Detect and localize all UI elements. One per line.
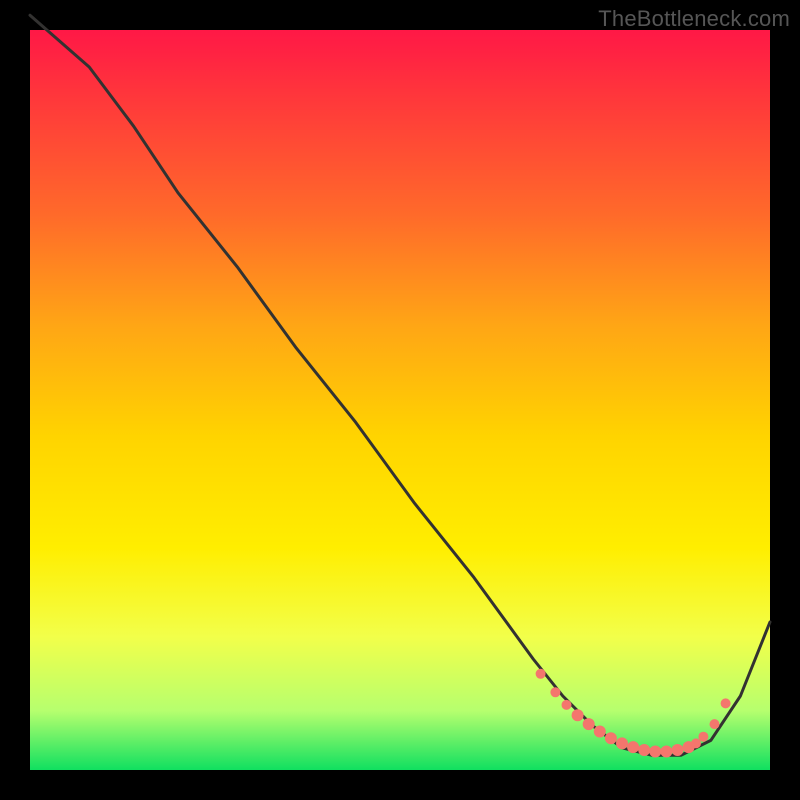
chart-marker	[594, 726, 606, 738]
chart-marker	[572, 709, 584, 721]
chart-marker	[721, 698, 731, 708]
chart-plot-area	[30, 30, 770, 770]
chart-marker	[672, 744, 684, 756]
chart-curve	[30, 15, 770, 755]
chart-svg	[30, 30, 770, 770]
chart-marker	[627, 741, 639, 753]
chart-marker	[536, 669, 546, 679]
chart-marker	[562, 700, 572, 710]
chart-marker	[698, 732, 708, 742]
chart-marker	[605, 732, 617, 744]
chart-marker	[583, 718, 595, 730]
chart-marker	[638, 744, 650, 756]
chart-marker	[616, 737, 628, 749]
chart-marker	[710, 719, 720, 729]
chart-marker	[649, 746, 661, 758]
chart-stage: TheBottleneck.com	[0, 0, 800, 800]
chart-marker	[550, 687, 560, 697]
chart-marker	[660, 746, 672, 758]
watermark-text: TheBottleneck.com	[598, 6, 790, 32]
chart-marker	[691, 738, 701, 748]
